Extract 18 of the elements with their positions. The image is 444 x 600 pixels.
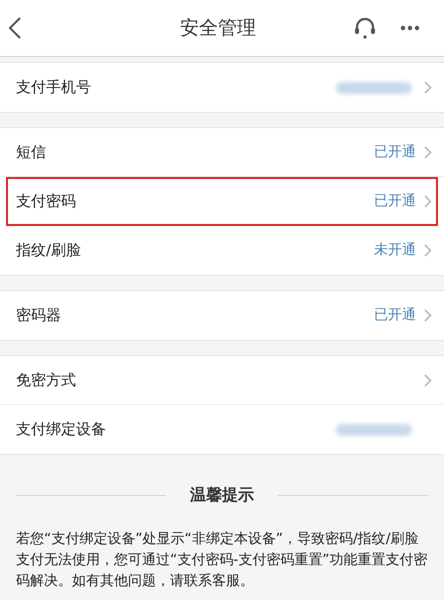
row-label: 指纹/刷脸 <box>16 240 82 262</box>
row-label: 短信 <box>16 142 47 163</box>
status-text: 未开通 <box>374 241 416 260</box>
row-label: 支付手机号 <box>16 77 92 98</box>
status-text: 已开通 <box>374 142 416 162</box>
row-label: 免密方式 <box>16 370 77 391</box>
settings-row[interactable]: 支付密码 已开通 <box>6 177 438 226</box>
row-label: 支付绑定设备 <box>16 419 107 440</box>
status-text: 已开通 <box>374 192 416 211</box>
headset-icon[interactable] <box>354 17 376 39</box>
row-label: 密码器 <box>16 305 62 326</box>
tips-heading: 温馨提示 <box>189 484 255 506</box>
status-text: 已开通 <box>374 306 416 325</box>
row-label: 支付密码 <box>16 191 77 212</box>
tips-paragraph: 若您“支付绑定设备”处显示“非绑定本设备”，导致密码/指纹/刷脸支付无法使用，您可通过“支付密码-支付密码重置”功能重置支付密码解决。如有其他问题，请联系客服。 <box>15 530 429 591</box>
back-icon[interactable] <box>8 16 22 40</box>
page-title: 安全管理 <box>179 16 257 41</box>
more-icon[interactable] <box>400 25 420 31</box>
